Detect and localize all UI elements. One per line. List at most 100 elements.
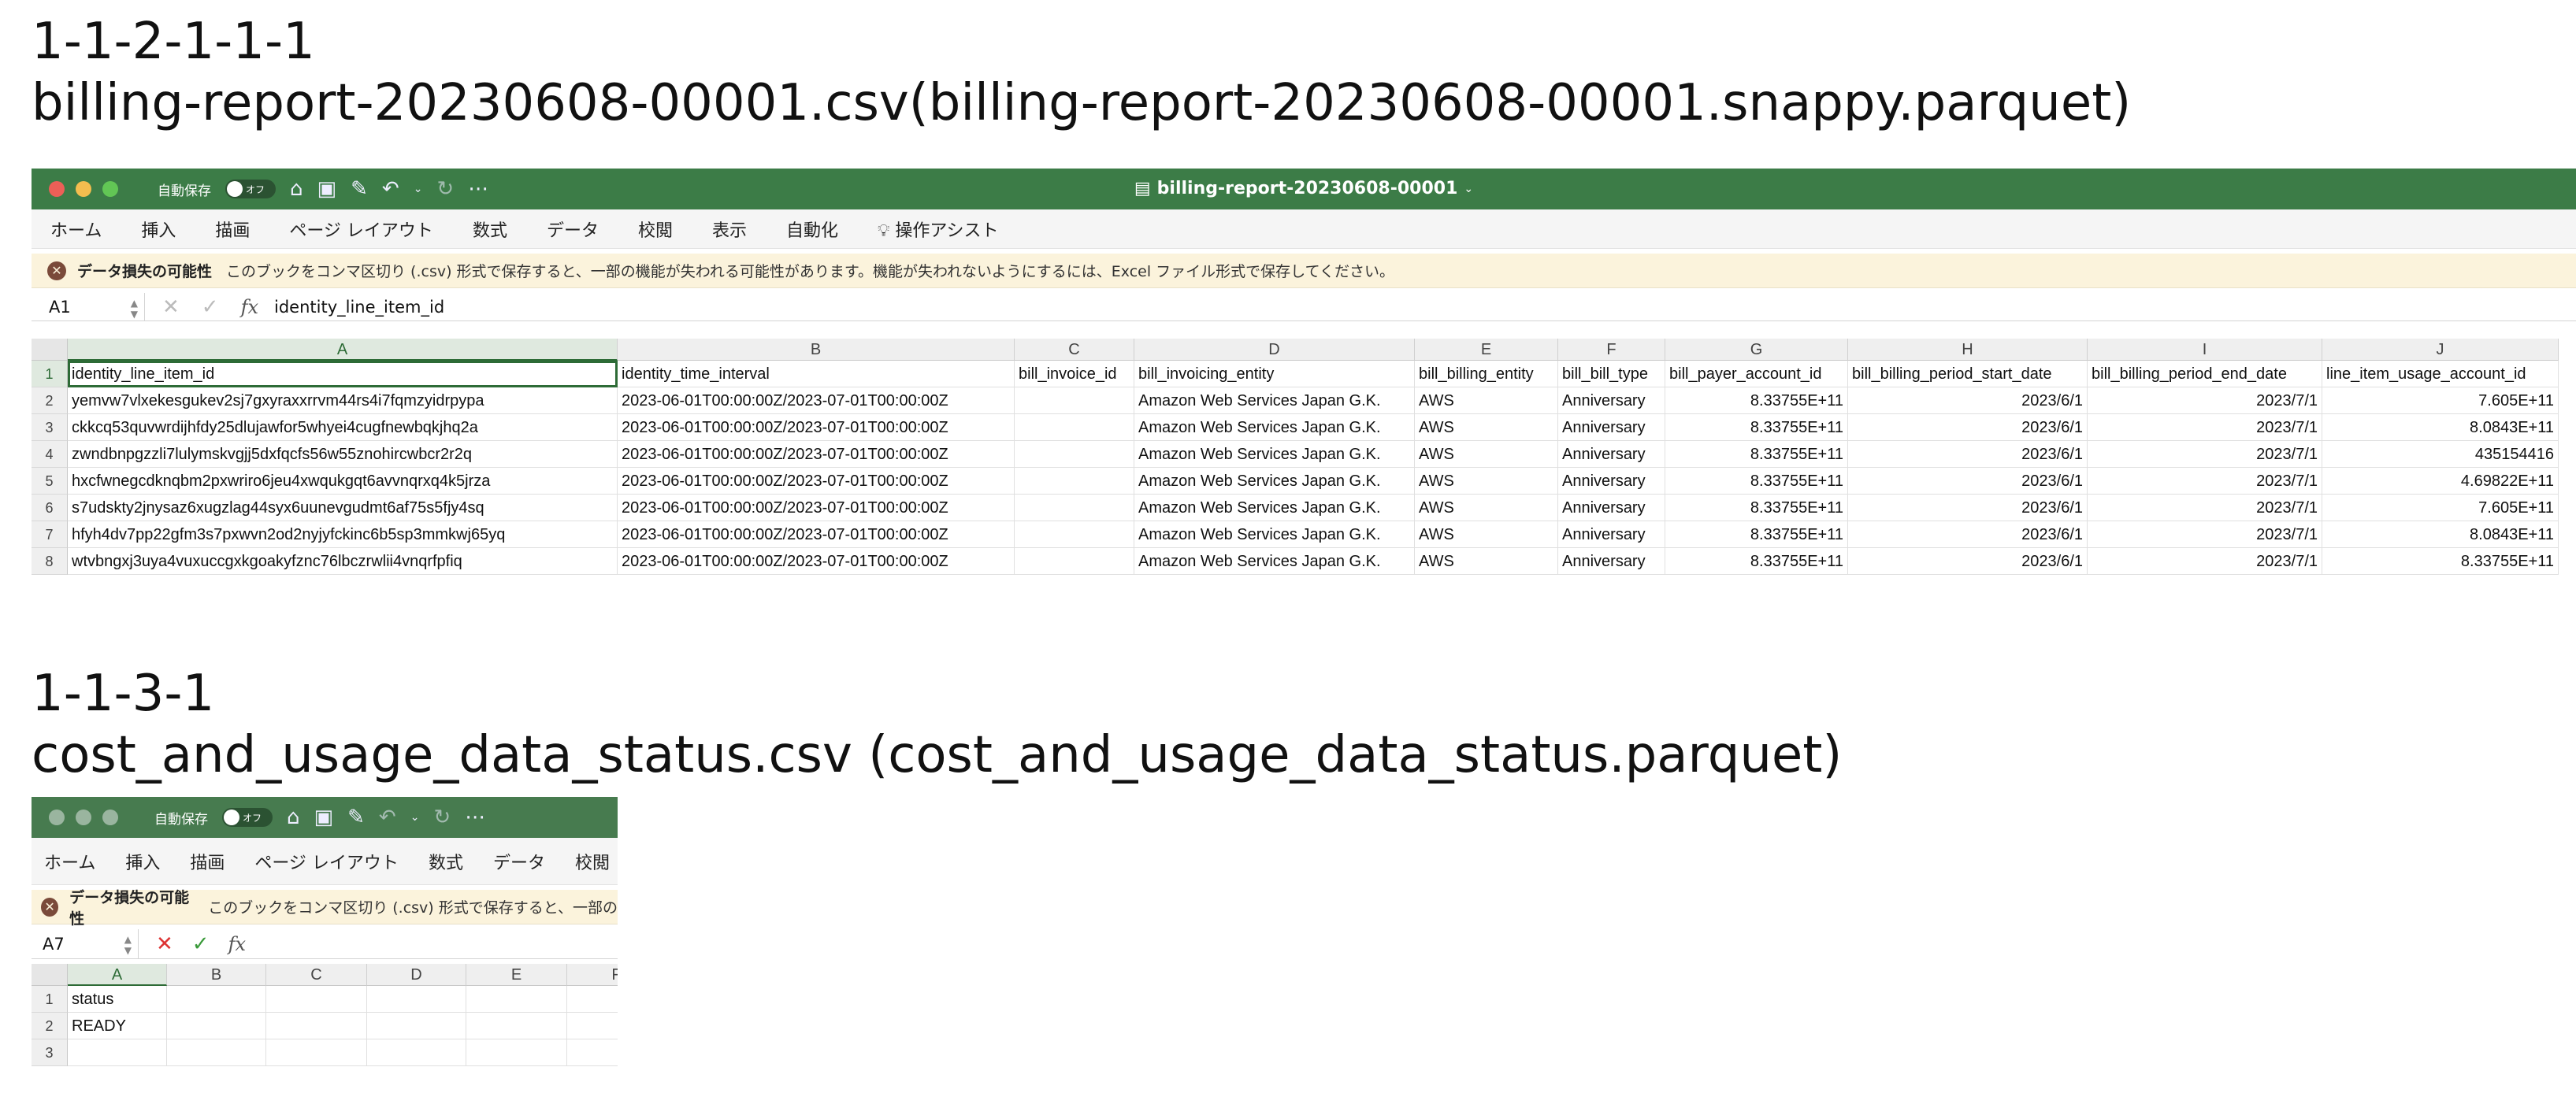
row-header-1[interactable]: 1 xyxy=(32,361,68,387)
confirm-icon[interactable]: ✓ xyxy=(202,295,219,319)
row-header-2[interactable]: 2 xyxy=(32,1013,68,1039)
cell-i1[interactable]: bill_billing_period_end_date xyxy=(2088,361,2322,387)
cell-d7[interactable]: Amazon Web Services Japan G.K. xyxy=(1134,521,1415,548)
cell-i4[interactable]: 2023/7/1 xyxy=(2088,441,2322,468)
cell-f4[interactable]: Anniversary xyxy=(1558,441,1665,468)
cell-f3[interactable]: Anniversary xyxy=(1558,414,1665,441)
minimize-window-button[interactable] xyxy=(76,810,91,825)
undo-icon[interactable]: ↶ xyxy=(382,179,399,199)
cell-a1[interactable]: status xyxy=(68,986,167,1013)
cell-b8[interactable]: 2023-06-01T00:00:00Z/2023-07-01T00:00:00… xyxy=(618,548,1015,575)
name-box-stepper-icon[interactable]: ▲ ▼ xyxy=(131,298,138,320)
close-window-button[interactable] xyxy=(49,181,65,197)
cell-j5[interactable]: 4.69822E+11 xyxy=(2322,468,2559,495)
column-header-j[interactable]: J xyxy=(2322,339,2559,361)
cell-h6[interactable]: 2023/6/1 xyxy=(1848,495,2088,521)
tab-automate[interactable]: 自動化 xyxy=(786,217,838,242)
cell-b1[interactable] xyxy=(167,986,266,1013)
cell-f7[interactable]: Anniversary xyxy=(1558,521,1665,548)
cell-d6[interactable]: Amazon Web Services Japan G.K. xyxy=(1134,495,1415,521)
cell-f8[interactable]: Anniversary xyxy=(1558,548,1665,575)
cell-a6[interactable]: s7udskty2jnysaz6xugzlag44syx6uunevgudmt6… xyxy=(68,495,618,521)
cell-j6[interactable]: 7.605E+11 xyxy=(2322,495,2559,521)
cell-f1[interactable] xyxy=(567,986,618,1013)
tab-draw[interactable]: 描画 xyxy=(215,217,250,242)
undo-dropdown-icon[interactable]: ⌄ xyxy=(414,179,423,199)
tab-insert[interactable]: 挿入 xyxy=(125,849,160,874)
cell-g2[interactable]: 8.33755E+11 xyxy=(1665,387,1848,414)
name-box[interactable]: A7 ▲ ▼ xyxy=(32,929,139,958)
cell-d8[interactable]: Amazon Web Services Japan G.K. xyxy=(1134,548,1415,575)
cell-c5[interactable] xyxy=(1015,468,1134,495)
cell-e3[interactable]: AWS xyxy=(1415,414,1558,441)
column-header-h[interactable]: H xyxy=(1848,339,2088,361)
close-window-button[interactable] xyxy=(49,810,65,825)
cell-b6[interactable]: 2023-06-01T00:00:00Z/2023-07-01T00:00:00… xyxy=(618,495,1015,521)
cell-e8[interactable]: AWS xyxy=(1415,548,1558,575)
cell-h5[interactable]: 2023/6/1 xyxy=(1848,468,2088,495)
cell-f1[interactable]: bill_bill_type xyxy=(1558,361,1665,387)
name-box-stepper-icon[interactable]: ▲ ▼ xyxy=(124,934,132,956)
row-header-1[interactable]: 1 xyxy=(32,986,68,1013)
cell-b1[interactable]: identity_time_interval xyxy=(618,361,1015,387)
cell-b4[interactable]: 2023-06-01T00:00:00Z/2023-07-01T00:00:00… xyxy=(618,441,1015,468)
cell-f5[interactable]: Anniversary xyxy=(1558,468,1665,495)
home-icon[interactable]: ⌂ xyxy=(290,179,303,199)
row-header-3[interactable]: 3 xyxy=(32,1039,68,1066)
cell-j1[interactable]: line_item_usage_account_id xyxy=(2322,361,2559,387)
cell-i6[interactable]: 2023/7/1 xyxy=(2088,495,2322,521)
cell-i8[interactable]: 2023/7/1 xyxy=(2088,548,2322,575)
cell-f2[interactable] xyxy=(567,1013,618,1039)
column-header-e[interactable]: E xyxy=(466,964,567,986)
cell-g1[interactable]: bill_payer_account_id xyxy=(1665,361,1848,387)
column-header-c[interactable]: C xyxy=(1015,339,1134,361)
cell-j7[interactable]: 8.0843E+11 xyxy=(2322,521,2559,548)
cell-i5[interactable]: 2023/7/1 xyxy=(2088,468,2322,495)
tab-home[interactable]: ホーム xyxy=(50,217,102,242)
save-icon[interactable]: ▣ xyxy=(314,807,334,828)
cell-e1[interactable]: bill_billing_entity xyxy=(1415,361,1558,387)
row-header-8[interactable]: 8 xyxy=(32,548,68,575)
row-header-6[interactable]: 6 xyxy=(32,495,68,521)
cell-i3[interactable]: 2023/7/1 xyxy=(2088,414,2322,441)
more-icon[interactable]: ⋯ xyxy=(468,179,488,199)
cell-a2[interactable]: yemvw7vlxekesgukev2sj7gxyraxxrrvm44rs4i7… xyxy=(68,387,618,414)
tab-insert[interactable]: 挿入 xyxy=(141,217,176,242)
column-header-b[interactable]: B xyxy=(167,964,266,986)
cell-d1[interactable] xyxy=(367,986,466,1013)
cell-d3[interactable] xyxy=(367,1039,466,1066)
row-header-3[interactable]: 3 xyxy=(32,414,68,441)
cell-h2[interactable]: 2023/6/1 xyxy=(1848,387,2088,414)
tab-draw[interactable]: 描画 xyxy=(190,849,225,874)
autosave-toggle[interactable]: オフ xyxy=(222,808,273,827)
cell-e6[interactable]: AWS xyxy=(1415,495,1558,521)
cell-c2[interactable] xyxy=(266,1013,367,1039)
cell-a1[interactable]: identity_line_item_id xyxy=(68,361,618,387)
cell-e4[interactable]: AWS xyxy=(1415,441,1558,468)
redo-icon[interactable]: ↻ xyxy=(433,807,451,828)
cell-d4[interactable]: Amazon Web Services Japan G.K. xyxy=(1134,441,1415,468)
more-icon[interactable]: ⋯ xyxy=(465,807,485,828)
cell-c3[interactable] xyxy=(1015,414,1134,441)
cell-d2[interactable]: Amazon Web Services Japan G.K. xyxy=(1134,387,1415,414)
cell-f6[interactable]: Anniversary xyxy=(1558,495,1665,521)
cell-c1[interactable] xyxy=(266,986,367,1013)
column-header-a[interactable]: A xyxy=(68,339,618,361)
row-header-7[interactable]: 7 xyxy=(32,521,68,548)
cell-c8[interactable] xyxy=(1015,548,1134,575)
tab-page-layout[interactable]: ページ レイアウト xyxy=(289,217,433,242)
cell-g4[interactable]: 8.33755E+11 xyxy=(1665,441,1848,468)
column-header-f[interactable]: F xyxy=(567,964,618,986)
cell-d3[interactable]: Amazon Web Services Japan G.K. xyxy=(1134,414,1415,441)
cell-a3[interactable]: ckkcq53quvwrdijhfdy25dlujawfor5whyei4cug… xyxy=(68,414,618,441)
select-all-corner[interactable] xyxy=(32,964,68,986)
tab-view[interactable]: 表示 xyxy=(712,217,747,242)
tab-data[interactable]: データ xyxy=(547,217,599,242)
tab-review[interactable]: 校閲 xyxy=(575,849,610,874)
row-header-5[interactable]: 5 xyxy=(32,468,68,495)
select-all-corner[interactable] xyxy=(32,339,68,361)
cell-b3[interactable] xyxy=(167,1039,266,1066)
cell-a7[interactable]: hfyh4dv7pp22gfm3s7pxwvn2od2nyjyfckinc6b5… xyxy=(68,521,618,548)
tab-page-layout[interactable]: ページ レイアウト xyxy=(254,849,399,874)
save-as-icon[interactable]: ✎ xyxy=(347,807,365,828)
